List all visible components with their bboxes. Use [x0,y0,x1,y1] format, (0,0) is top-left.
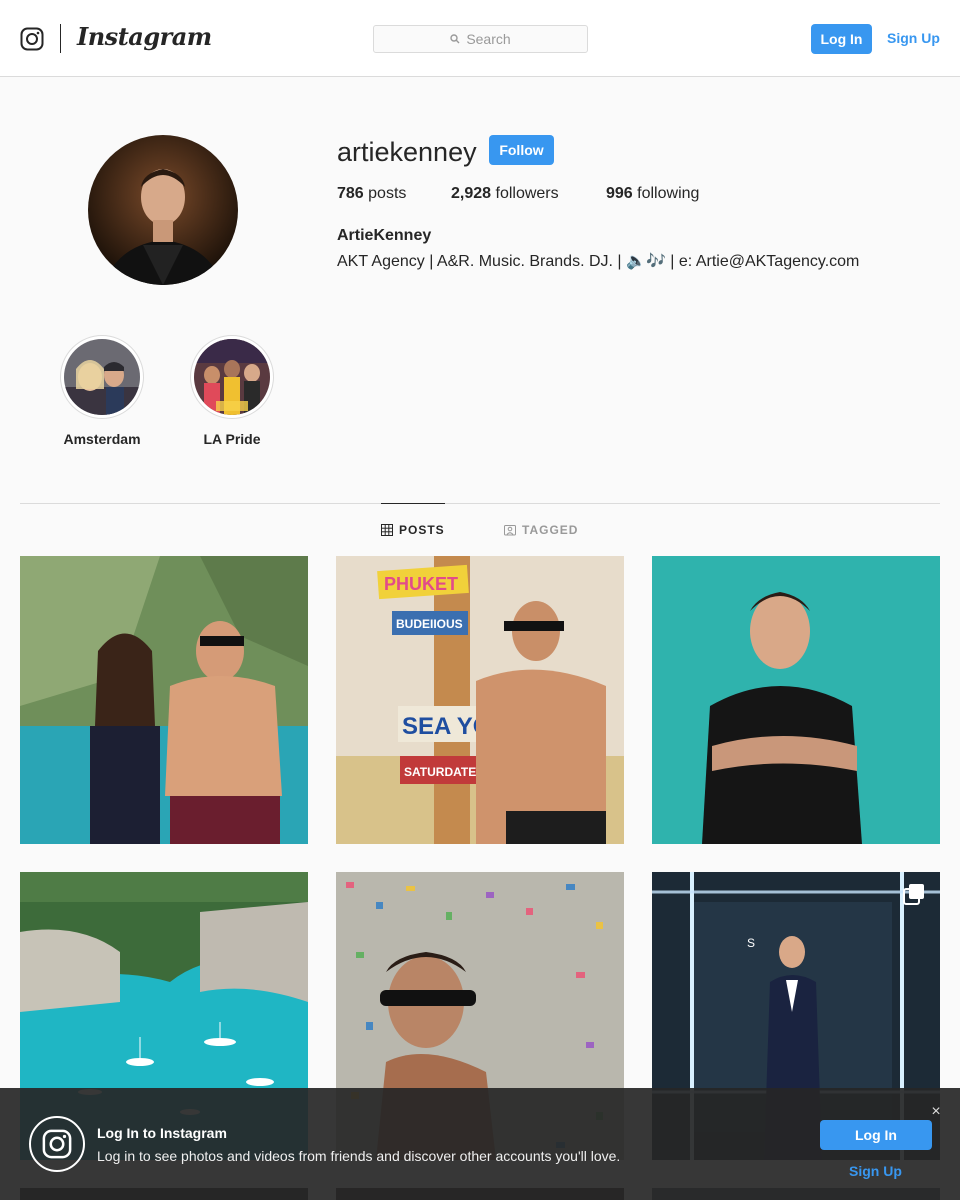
profile-avatar [88,135,238,285]
post-thumbnail[interactable] [652,556,940,844]
signup-link[interactable]: Sign Up [887,30,940,46]
highlight-label: LA Pride [203,431,261,447]
highlight-cover [194,339,270,415]
post-image-beach-signpost: PHUKET BUDEIIOUS SEA YOU SATURDATE [336,556,624,844]
tagged-photo-icon [504,524,516,535]
banner-login-button[interactable]: Log In [820,1120,932,1150]
tunnel-sign-letter: S [747,936,755,950]
following-label: following [637,185,700,202]
top-navigation-bar: Instagram Search Log In Sign Up [0,0,960,77]
instagram-wordmark[interactable]: Instagram [77,22,212,51]
multiple-photos-icon [903,884,924,905]
tab-tagged-label: TAGGED [522,522,579,537]
highlight-cover [64,339,140,415]
post-thumbnail[interactable]: PHUKET BUDEIIOUS SEA YOU SATURDATE [336,556,624,844]
login-button[interactable]: Log In [811,24,872,54]
followers-label: followers [495,185,559,202]
highlight-label: Amsterdam [63,431,141,447]
close-icon[interactable]: × [928,1103,944,1120]
posts-count: 786 [337,185,364,202]
posts-label: posts [368,185,407,202]
search-input[interactable]: Search [373,25,588,53]
following-count-stat[interactable]: 996 following [606,185,699,203]
grid-icon [381,524,393,536]
posts-count-stat: 786 posts [337,185,406,203]
banner-title: Log In to Instagram [97,1125,227,1141]
search-icon [450,34,460,44]
profile-full-name: ArtieKenney [337,227,432,244]
instagram-glyph-icon [29,1116,85,1172]
follow-button[interactable]: Follow [489,135,554,165]
following-count: 996 [606,185,633,202]
instagram-glyph-icon[interactable] [20,27,44,51]
profile-bio: AKT Agency | A&R. Music. Brands. DJ. | 🔈… [337,253,860,270]
sign-phuket: PHUKET [384,574,458,594]
profile-username: artiekenney [337,137,477,167]
tab-posts[interactable]: POSTS [381,503,445,556]
story-highlight-la-pride[interactable]: LA Pride [182,335,282,447]
logo-divider [60,24,61,53]
tabs-divider [20,503,940,504]
banner-signup-link[interactable]: Sign Up [849,1163,909,1179]
highlight-ring [60,335,144,419]
banner-subtitle: Log in to see photos and videos from fri… [97,1148,621,1164]
sign-budeiious: BUDEIIOUS [396,617,463,631]
sign-saturdate: SATURDATE [404,765,476,779]
tab-tagged[interactable]: TAGGED [504,503,580,556]
tab-posts-label: POSTS [399,523,445,537]
story-highlight-amsterdam[interactable]: Amsterdam [52,335,152,447]
post-thumbnail[interactable] [20,556,308,844]
followers-count: 2,928 [451,185,492,202]
post-image-teal-portrait [652,556,940,844]
post-image-couple-boat [20,556,308,844]
highlight-ring [190,335,274,419]
search-placeholder: Search [466,31,511,47]
followers-count-stat[interactable]: 2,928 followers [451,185,559,203]
login-prompt-banner: Log In to Instagram Log in to see photos… [0,1088,960,1200]
